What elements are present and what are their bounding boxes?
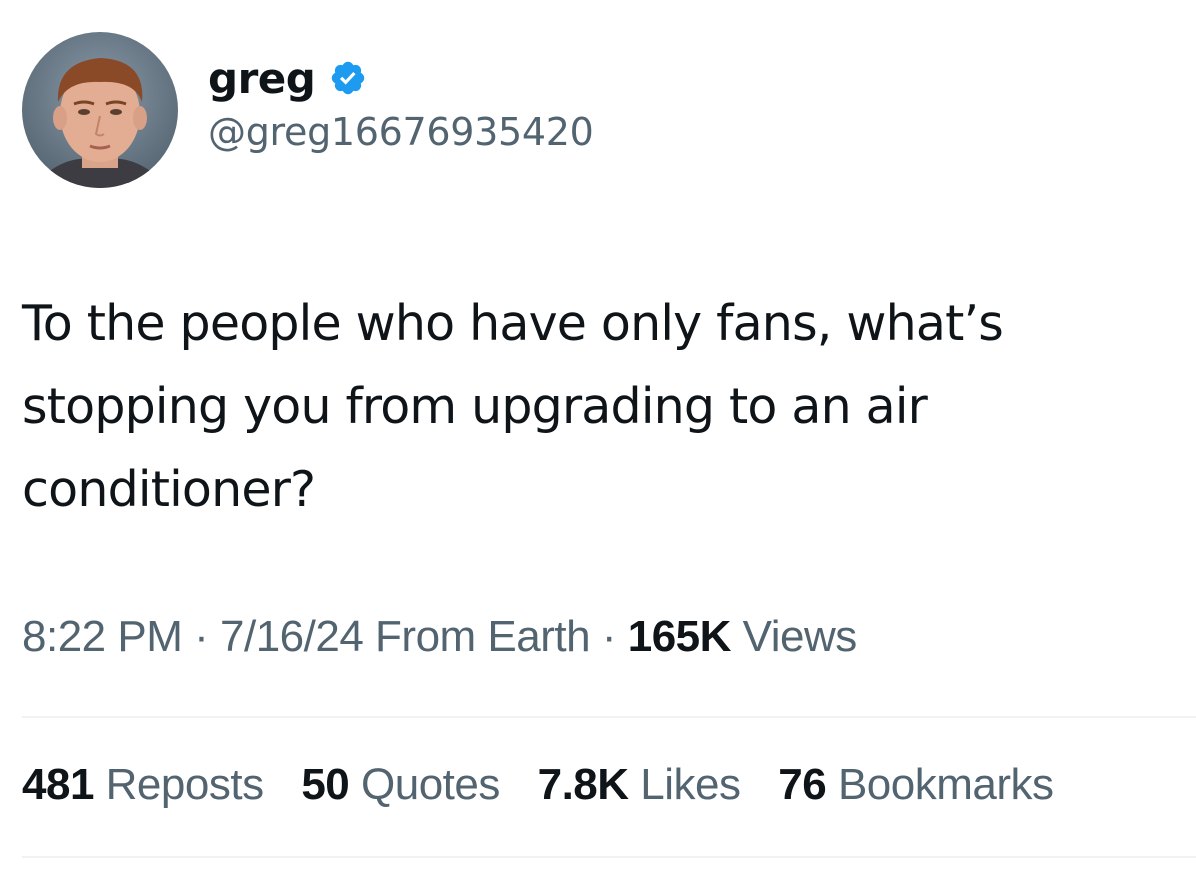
tweet-source: From Earth	[375, 612, 591, 661]
reposts-stat[interactable]: 481 Reposts	[22, 760, 264, 810]
views-count: 165K	[627, 612, 732, 661]
meta-separator: ·	[194, 612, 209, 661]
display-name-row: greg	[208, 48, 594, 108]
quotes-label: Quotes	[361, 760, 500, 809]
tweet-header: greg @greg16676935420	[22, 32, 594, 188]
likes-stat[interactable]: 7.8K Likes	[538, 760, 741, 810]
user-handle[interactable]: @greg16676935420	[208, 110, 594, 154]
bookmarks-label: Bookmarks	[837, 760, 1054, 809]
avatar-photo	[22, 32, 178, 188]
quotes-stat[interactable]: 50 Quotes	[301, 760, 500, 810]
likes-label: Likes	[640, 760, 741, 809]
bookmarks-stat[interactable]: 76 Bookmarks	[778, 760, 1054, 810]
tweet-text: To the people who have only fans, what’s…	[22, 282, 1182, 531]
display-name[interactable]: greg	[208, 54, 316, 103]
user-names: greg @greg16676935420	[208, 48, 594, 155]
tweet-meta: 8:22 PM · 7/16/24 From Earth · 165K View…	[22, 612, 857, 662]
quotes-count: 50	[301, 760, 350, 809]
engagement-stats: 481 Reposts 50 Quotes 7.8K Likes 76 Book…	[22, 760, 1196, 810]
reposts-count: 481	[22, 760, 94, 809]
meta-separator: ·	[601, 612, 617, 661]
tweet-card: greg @greg16676935420 To the people who …	[0, 0, 1196, 874]
avatar[interactable]	[22, 32, 178, 188]
likes-count: 7.8K	[537, 760, 629, 809]
verified-badge-icon[interactable]	[329, 59, 367, 97]
divider	[22, 716, 1196, 718]
tweet-time[interactable]: 8:22 PM	[22, 612, 183, 661]
tweet-text-line: To the people who have only fans, what’s	[22, 295, 1004, 352]
views-label: Views	[742, 612, 858, 661]
tweet-date[interactable]: 7/16/24	[220, 612, 364, 661]
divider	[22, 856, 1196, 858]
bookmarks-count: 76	[778, 760, 827, 809]
tweet-text-line: stopping you from upgrading to an air	[22, 378, 928, 435]
tweet-text-line: conditioner?	[22, 461, 316, 518]
reposts-label: Reposts	[105, 760, 264, 809]
